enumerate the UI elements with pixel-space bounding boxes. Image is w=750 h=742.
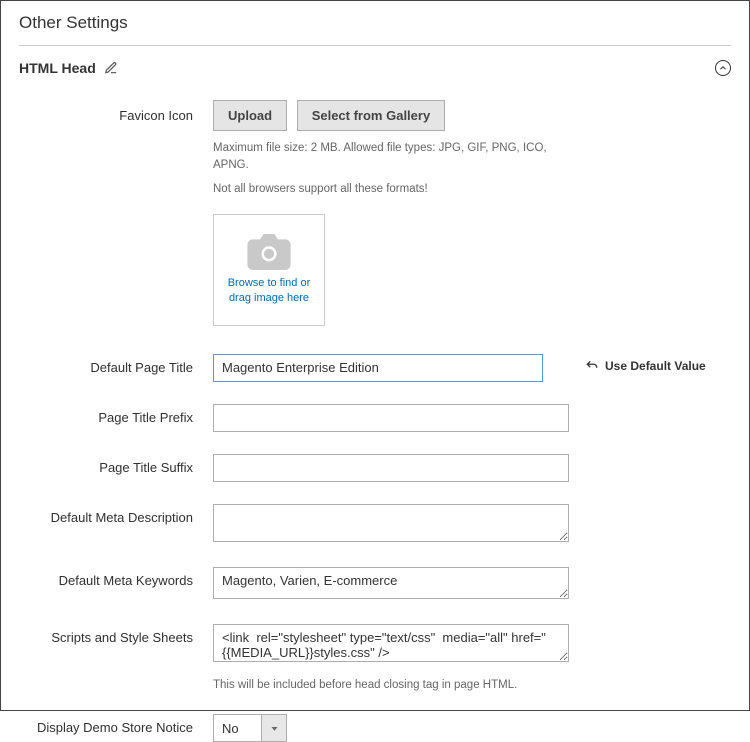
select-dropdown-button[interactable]: [261, 714, 287, 742]
demo-notice-label: Display Demo Store Notice: [19, 714, 213, 735]
select-from-gallery-button[interactable]: Select from Gallery: [297, 100, 446, 131]
meta-description-row: Default Meta Description: [19, 504, 731, 545]
favicon-hint-filetypes: Maximum file size: 2 MB. Allowed file ty…: [213, 140, 569, 175]
page-title-prefix-input[interactable]: [213, 404, 569, 432]
scripts-label: Scripts and Style Sheets: [19, 624, 213, 645]
edit-icon[interactable]: [104, 61, 118, 75]
meta-description-label: Default Meta Description: [19, 504, 213, 525]
fields-container: Favicon Icon Upload Select from Gallery …: [1, 76, 749, 742]
meta-keywords-input[interactable]: Magento, Varien, E-commerce: [213, 567, 569, 599]
demo-notice-value: No: [213, 714, 261, 742]
collapse-icon[interactable]: [715, 60, 731, 76]
scripts-row: Scripts and Style Sheets <link rel="styl…: [19, 624, 731, 694]
favicon-row: Favicon Icon Upload Select from Gallery …: [19, 100, 731, 326]
section-header[interactable]: HTML Head: [1, 46, 749, 76]
default-page-title-row: Default Page Title Use Default Value: [19, 354, 731, 382]
favicon-controls: Upload Select from Gallery Maximum file …: [213, 100, 569, 326]
meta-keywords-label: Default Meta Keywords: [19, 567, 213, 588]
page-title-suffix-input[interactable]: [213, 454, 569, 482]
undo-icon: [585, 359, 599, 373]
settings-panel: Other Settings HTML Head Favicon Icon Up…: [0, 0, 750, 711]
default-page-title-label: Default Page Title: [19, 354, 213, 375]
demo-notice-select[interactable]: No: [213, 714, 569, 742]
use-default-label: Use Default Value: [605, 359, 706, 373]
meta-keywords-row: Default Meta Keywords Magento, Varien, E…: [19, 567, 731, 602]
camera-icon: [247, 234, 291, 270]
page-title-suffix-label: Page Title Suffix: [19, 454, 213, 475]
page-title-prefix-label: Page Title Prefix: [19, 404, 213, 425]
browse-text: Browse to find or drag image here: [214, 276, 324, 306]
page-title-prefix-row: Page Title Prefix: [19, 404, 731, 432]
upload-button[interactable]: Upload: [213, 100, 287, 131]
favicon-dropzone[interactable]: Browse to find or drag image here: [213, 214, 325, 326]
scripts-hint: This will be included before head closin…: [213, 677, 569, 694]
meta-description-input[interactable]: [213, 504, 569, 542]
default-page-title-input[interactable]: [213, 354, 543, 382]
page-title-suffix-row: Page Title Suffix: [19, 454, 731, 482]
scripts-input[interactable]: <link rel="stylesheet" type="text/css" m…: [213, 624, 569, 662]
panel-title: Other Settings: [1, 1, 749, 33]
use-default-action[interactable]: Use Default Value: [569, 354, 706, 373]
favicon-label: Favicon Icon: [19, 100, 213, 123]
demo-notice-row: Display Demo Store Notice No: [19, 714, 731, 742]
favicon-hint-browsers: Not all browsers support all these forma…: [213, 181, 569, 198]
section-title: HTML Head: [19, 60, 96, 76]
